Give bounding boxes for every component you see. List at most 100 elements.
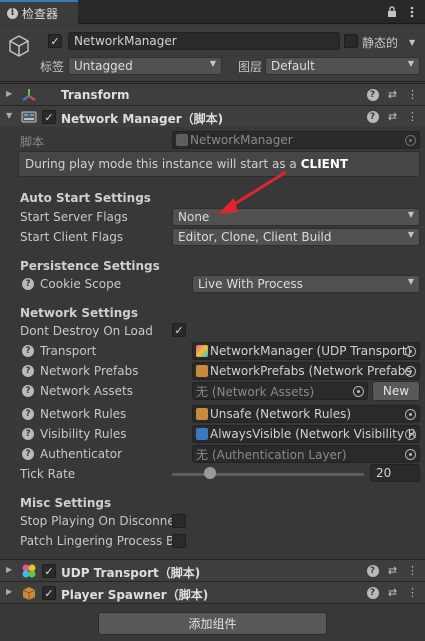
collapsed-arrow-icon[interactable]: ▶: [6, 565, 12, 574]
gameobject-name-field[interactable]: NetworkManager: [68, 32, 340, 50]
kebab-menu-icon[interactable]: ⋮: [405, 109, 420, 124]
kebab-menu-icon[interactable]: ⋮: [405, 87, 420, 102]
transform-title: Transform: [61, 88, 130, 102]
udp-transport-enabled-checkbox[interactable]: ✓: [42, 564, 56, 578]
network-settings-heading: Network Settings: [20, 306, 138, 320]
kebab-menu-icon[interactable]: [404, 4, 420, 20]
static-label: 静态的: [362, 36, 399, 50]
script-field: NetworkManager: [172, 131, 420, 149]
static-dropdown-arrow-icon[interactable]: ▼: [409, 38, 415, 47]
network-rules-label: Network Rules: [40, 407, 127, 421]
help-icon[interactable]: ?: [365, 87, 380, 102]
help-icon[interactable]: ?: [22, 385, 34, 397]
network-manager-component-header[interactable]: ▼ ✓ Network Manager（脚本) ? ⇄ ⋮: [0, 105, 425, 127]
gameobject-header: ✓ NetworkManager 静态的 ▼ 标签 Untagged ▼ 图层 D…: [0, 25, 425, 82]
object-picker-icon[interactable]: [405, 366, 416, 377]
patch-lingering-checkbox[interactable]: [172, 534, 186, 548]
help-icon[interactable]: ?: [365, 109, 380, 124]
player-spawner-icon: [21, 585, 37, 601]
visibility-rules-field[interactable]: AlwaysVisible (Network Visibility R: [192, 425, 420, 443]
object-picker-icon[interactable]: [405, 346, 416, 357]
tick-rate-slider-track[interactable]: [172, 473, 364, 476]
transform-component-header[interactable]: ▶ Transform ? ⇄ ⋮: [0, 83, 425, 105]
udp-transport-icon: [21, 563, 37, 579]
tick-rate-slider-thumb[interactable]: [204, 467, 217, 479]
object-picker-icon[interactable]: [405, 449, 416, 460]
new-network-assets-button[interactable]: New: [372, 381, 420, 401]
start-server-flags-value: None: [178, 210, 210, 224]
udp-transport-component-header[interactable]: ▶ ✓ UDP Transport（脚本) ? ⇄ ⋮: [0, 559, 425, 581]
tick-rate-value: 20: [376, 466, 392, 480]
patch-lingering-label: Patch Lingering Process Bu: [20, 534, 172, 548]
add-component-button[interactable]: 添加组件: [98, 612, 327, 635]
stop-playing-label: Stop Playing On Disconnec: [20, 514, 172, 528]
static-checkbox[interactable]: [344, 34, 358, 48]
player-spawner-enabled-checkbox[interactable]: ✓: [42, 586, 56, 600]
inspector-tab[interactable]: i 检查器: [0, 0, 78, 24]
stop-playing-checkbox[interactable]: [172, 514, 186, 528]
authenticator-field[interactable]: 无 (Authentication Layer): [192, 445, 420, 463]
help-icon[interactable]: ?: [365, 585, 380, 600]
player-spawner-title: Player Spawner（脚本): [61, 588, 209, 602]
gameobject-active-checkbox[interactable]: ✓: [48, 34, 62, 48]
cookie-scope-value: Live With Process: [198, 277, 303, 291]
layer-dropdown[interactable]: Default ▼: [265, 57, 420, 75]
visibility-rules-value: AlwaysVisible (Network Visibility R: [210, 427, 417, 441]
network-rules-value: Unsafe (Network Rules): [210, 407, 352, 421]
help-icon[interactable]: ?: [22, 448, 34, 460]
chevron-down-icon: ▼: [407, 230, 414, 239]
udp-transport-icon: [196, 345, 208, 357]
cookie-scope-dropdown[interactable]: Live With Process ▼: [192, 275, 420, 293]
dont-destroy-checkbox[interactable]: ✓: [172, 323, 186, 337]
collapsed-arrow-icon[interactable]: ▶: [6, 587, 12, 596]
help-icon[interactable]: ?: [22, 408, 34, 420]
tag-value: Untagged: [74, 59, 133, 73]
tick-rate-input[interactable]: 20: [370, 464, 420, 482]
help-icon[interactable]: ?: [365, 563, 380, 578]
inspector-tab-title: 检查器: [22, 6, 59, 21]
kebab-menu-icon[interactable]: ⋮: [405, 585, 420, 600]
layer-value: Default: [271, 59, 315, 73]
transport-label: Transport: [40, 344, 97, 358]
help-icon[interactable]: ?: [22, 278, 34, 290]
rules-asset-icon: [196, 408, 208, 420]
object-picker-icon[interactable]: [405, 429, 416, 440]
start-client-flags-label: Start Client Flags: [20, 230, 124, 244]
object-picker-icon: [405, 135, 416, 146]
help-icon[interactable]: ?: [22, 345, 34, 357]
divider: [0, 603, 425, 604]
help-icon[interactable]: ?: [22, 428, 34, 440]
info-icon: i: [7, 7, 18, 19]
cookie-scope-label: Cookie Scope: [40, 277, 122, 291]
inspector-tab-bar: i 检查器: [0, 0, 425, 24]
player-spawner-component-header[interactable]: ▶ ✓ Player Spawner（脚本) ? ⇄ ⋮: [0, 581, 425, 603]
presets-sliders-icon[interactable]: ⇄: [385, 563, 400, 578]
collapsed-arrow-icon[interactable]: ▶: [6, 89, 12, 98]
tag-dropdown[interactable]: Untagged ▼: [68, 57, 222, 75]
visibility-asset-icon: [196, 428, 208, 440]
authenticator-label: Authenticator: [40, 447, 123, 461]
object-picker-icon[interactable]: [405, 409, 416, 420]
object-picker-icon[interactable]: [353, 386, 364, 397]
network-prefabs-label: Network Prefabs: [40, 364, 139, 378]
gameobject-cube-icon: [7, 34, 31, 58]
expanded-arrow-icon[interactable]: ▼: [6, 111, 12, 120]
transport-field[interactable]: NetworkManager (UDP Transport): [192, 342, 420, 360]
network-assets-field[interactable]: 无 (Network Assets): [192, 382, 368, 400]
presets-sliders-icon[interactable]: ⇄: [385, 87, 400, 102]
network-prefabs-field[interactable]: NetworkPrefabs (Network Prefabs: [192, 362, 420, 380]
network-rules-field[interactable]: Unsafe (Network Rules): [192, 405, 420, 423]
network-manager-enabled-checkbox[interactable]: ✓: [42, 110, 56, 124]
annotation-arrow-icon: [218, 170, 287, 214]
start-client-flags-dropdown[interactable]: Editor, Clone, Client Build ▼: [172, 228, 420, 246]
chevron-down-icon: ▼: [407, 210, 414, 219]
presets-sliders-icon[interactable]: ⇄: [385, 109, 400, 124]
network-manager-title: Network Manager（脚本): [61, 112, 224, 126]
chevron-down-icon: ▼: [407, 277, 414, 286]
presets-sliders-icon[interactable]: ⇄: [385, 585, 400, 600]
udp-transport-title: UDP Transport（脚本): [61, 566, 201, 580]
help-icon[interactable]: ?: [22, 365, 34, 377]
kebab-menu-icon[interactable]: ⋮: [405, 563, 420, 578]
lock-icon[interactable]: [384, 4, 400, 20]
network-prefabs-value: NetworkPrefabs (Network Prefabs: [210, 364, 412, 378]
